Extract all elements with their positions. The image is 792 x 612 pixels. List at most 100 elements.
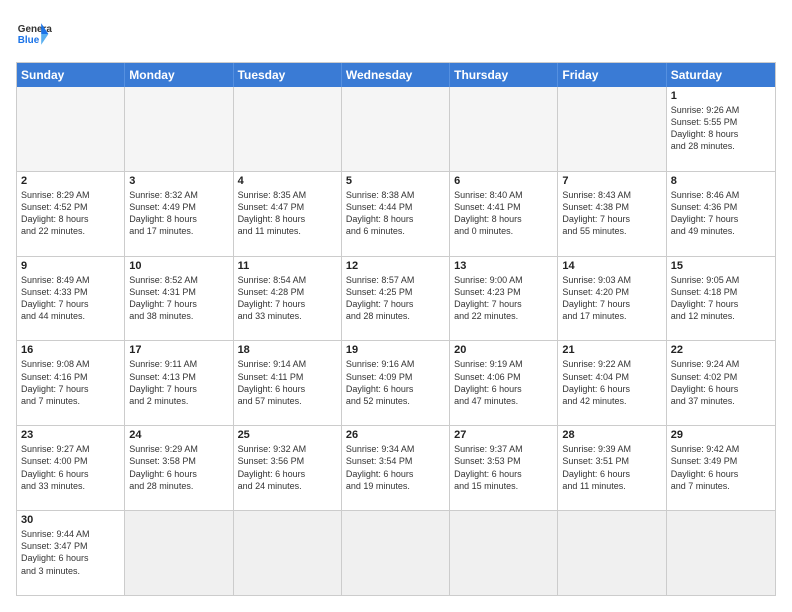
day-cell-21: 21Sunrise: 9:22 AM Sunset: 4:04 PM Dayli… xyxy=(558,341,666,425)
day-number: 2 xyxy=(21,175,120,187)
day-content: Sunrise: 9:11 AM Sunset: 4:13 PM Dayligh… xyxy=(129,358,228,407)
day-number: 20 xyxy=(454,344,553,356)
day-content: Sunrise: 9:19 AM Sunset: 4:06 PM Dayligh… xyxy=(454,358,553,407)
day-number: 13 xyxy=(454,260,553,272)
day-cell-27: 27Sunrise: 9:37 AM Sunset: 3:53 PM Dayli… xyxy=(450,426,558,510)
empty-cell xyxy=(125,511,233,595)
day-number: 30 xyxy=(21,514,120,526)
empty-cell xyxy=(342,87,450,171)
day-number: 5 xyxy=(346,175,445,187)
empty-cell xyxy=(667,511,775,595)
day-content: Sunrise: 9:03 AM Sunset: 4:20 PM Dayligh… xyxy=(562,274,661,323)
calendar-row-6: 30Sunrise: 9:44 AM Sunset: 3:47 PM Dayli… xyxy=(17,511,775,595)
day-content: Sunrise: 8:35 AM Sunset: 4:47 PM Dayligh… xyxy=(238,189,337,238)
day-content: Sunrise: 8:46 AM Sunset: 4:36 PM Dayligh… xyxy=(671,189,771,238)
day-number: 24 xyxy=(129,429,228,441)
weekday-header-friday: Friday xyxy=(558,63,666,87)
day-cell-24: 24 Sunrise: 9:29 AM Sunset: 3:58 PM Dayli… xyxy=(125,426,233,510)
day-content: Sunrise: 8:29 AM Sunset: 4:52 PM Dayligh… xyxy=(21,189,120,238)
day-number: 25 xyxy=(238,429,337,441)
weekday-header-saturday: Saturday xyxy=(667,63,775,87)
day-content: Sunrise: 9:42 AM Sunset: 3:49 PM Dayligh… xyxy=(671,443,771,492)
day-number: 8 xyxy=(671,175,771,187)
day-number: 23 xyxy=(21,429,120,441)
day-cell-14: 14 Sunrise: 9:03 AM Sunset: 4:20 PM Dayli… xyxy=(558,257,666,341)
calendar-row-3: 9 Sunrise: 8:49 AM Sunset: 4:33 PM Daylig… xyxy=(17,257,775,342)
svg-text:Blue: Blue xyxy=(18,35,40,46)
day-content: Sunrise: 8:40 AM Sunset: 4:41 PM Dayligh… xyxy=(454,189,553,238)
weekday-header-thursday: Thursday xyxy=(450,63,558,87)
day-cell-16: 16Sunrise: 9:08 AM Sunset: 4:16 PM Dayli… xyxy=(17,341,125,425)
day-number: 29 xyxy=(671,429,771,441)
day-cell-29: 29 Sunrise: 9:42 AM Sunset: 3:49 PM Dayli… xyxy=(667,426,775,510)
day-cell-20: 20 Sunrise: 9:19 AM Sunset: 4:06 PM Dayli… xyxy=(450,341,558,425)
day-cell-8: 8 Sunrise: 8:46 AM Sunset: 4:36 PM Daylig… xyxy=(667,172,775,256)
empty-cell xyxy=(125,87,233,171)
day-cell-26: 26 Sunrise: 9:34 AM Sunset: 3:54 PM Dayli… xyxy=(342,426,450,510)
day-cell-2: 2 Sunrise: 8:29 AM Sunset: 4:52 PM Daylig… xyxy=(17,172,125,256)
day-cell-11: 11 Sunrise: 8:54 AM Sunset: 4:28 PM Dayli… xyxy=(234,257,342,341)
day-cell-9: 9 Sunrise: 8:49 AM Sunset: 4:33 PM Daylig… xyxy=(17,257,125,341)
logo: General Blue xyxy=(16,16,52,52)
day-content: Sunrise: 9:32 AM Sunset: 3:56 PM Dayligh… xyxy=(238,443,337,492)
header: General Blue xyxy=(16,16,776,52)
day-number: 28 xyxy=(562,429,661,441)
day-content: Sunrise: 9:00 AM Sunset: 4:23 PM Dayligh… xyxy=(454,274,553,323)
day-cell-13: 13 Sunrise: 9:00 AM Sunset: 4:23 PM Dayli… xyxy=(450,257,558,341)
day-cell-6: 6 Sunrise: 8:40 AM Sunset: 4:41 PM Daylig… xyxy=(450,172,558,256)
day-number: 9 xyxy=(21,260,120,272)
day-cell-15: 15 Sunrise: 9:05 AM Sunset: 4:18 PM Dayli… xyxy=(667,257,775,341)
day-number: 1 xyxy=(671,90,771,102)
day-cell-4: 4 Sunrise: 8:35 AM Sunset: 4:47 PM Daylig… xyxy=(234,172,342,256)
day-cell-18: 18 Sunrise: 9:14 AM Sunset: 4:11 PM Dayli… xyxy=(234,341,342,425)
calendar-body: 1 Sunrise: 9:26 AM Sunset: 5:55 PM Daylig… xyxy=(17,87,775,595)
day-content: Sunrise: 9:34 AM Sunset: 3:54 PM Dayligh… xyxy=(346,443,445,492)
day-number: 6 xyxy=(454,175,553,187)
logo-icon: General Blue xyxy=(16,16,52,52)
day-content: Sunrise: 8:54 AM Sunset: 4:28 PM Dayligh… xyxy=(238,274,337,323)
weekday-header-sunday: Sunday xyxy=(17,63,125,87)
day-content: Sunrise: 9:29 AM Sunset: 3:58 PM Dayligh… xyxy=(129,443,228,492)
day-number: 15 xyxy=(671,260,771,272)
empty-cell xyxy=(558,87,666,171)
empty-cell xyxy=(234,511,342,595)
weekday-header-monday: Monday xyxy=(125,63,233,87)
weekday-header-tuesday: Tuesday xyxy=(234,63,342,87)
calendar-row-2: 2 Sunrise: 8:29 AM Sunset: 4:52 PM Daylig… xyxy=(17,172,775,257)
day-content: Sunrise: 8:57 AM Sunset: 4:25 PM Dayligh… xyxy=(346,274,445,323)
empty-cell xyxy=(234,87,342,171)
calendar-page: General Blue SundayMondayTuesdayWednesda… xyxy=(0,0,792,612)
day-content: Sunrise: 9:26 AM Sunset: 5:55 PM Dayligh… xyxy=(671,104,771,153)
day-content: Sunrise: 9:14 AM Sunset: 4:11 PM Dayligh… xyxy=(238,358,337,407)
empty-cell xyxy=(450,87,558,171)
day-number: 14 xyxy=(562,260,661,272)
day-number: 18 xyxy=(238,344,337,356)
day-number: 11 xyxy=(238,260,337,272)
day-cell-19: 19Sunrise: 9:16 AM Sunset: 4:09 PM Dayli… xyxy=(342,341,450,425)
day-cell-28: 28 Sunrise: 9:39 AM Sunset: 3:51 PM Dayli… xyxy=(558,426,666,510)
day-number: 22 xyxy=(671,344,771,356)
day-number: 4 xyxy=(238,175,337,187)
day-content: Sunrise: 9:05 AM Sunset: 4:18 PM Dayligh… xyxy=(671,274,771,323)
day-content: Sunrise: 9:27 AM Sunset: 4:00 PM Dayligh… xyxy=(21,443,120,492)
day-cell-12: 12Sunrise: 8:57 AM Sunset: 4:25 PM Dayli… xyxy=(342,257,450,341)
day-number: 17 xyxy=(129,344,228,356)
day-content: Sunrise: 9:24 AM Sunset: 4:02 PM Dayligh… xyxy=(671,358,771,407)
calendar-row-4: 16Sunrise: 9:08 AM Sunset: 4:16 PM Dayli… xyxy=(17,341,775,426)
day-content: Sunrise: 8:49 AM Sunset: 4:33 PM Dayligh… xyxy=(21,274,120,323)
day-cell-5: 5Sunrise: 8:38 AM Sunset: 4:44 PM Daylig… xyxy=(342,172,450,256)
day-content: Sunrise: 9:39 AM Sunset: 3:51 PM Dayligh… xyxy=(562,443,661,492)
day-cell-22: 22 Sunrise: 9:24 AM Sunset: 4:02 PM Dayli… xyxy=(667,341,775,425)
empty-cell xyxy=(17,87,125,171)
day-number: 10 xyxy=(129,260,228,272)
day-number: 21 xyxy=(562,344,661,356)
day-cell-3: 3Sunrise: 8:32 AM Sunset: 4:49 PM Daylig… xyxy=(125,172,233,256)
day-cell-23: 23 Sunrise: 9:27 AM Sunset: 4:00 PM Dayli… xyxy=(17,426,125,510)
calendar-row-1: 1 Sunrise: 9:26 AM Sunset: 5:55 PM Daylig… xyxy=(17,87,775,172)
day-number: 26 xyxy=(346,429,445,441)
day-content: Sunrise: 8:43 AM Sunset: 4:38 PM Dayligh… xyxy=(562,189,661,238)
day-content: Sunrise: 9:08 AM Sunset: 4:16 PM Dayligh… xyxy=(21,358,120,407)
calendar-header: SundayMondayTuesdayWednesdayThursdayFrid… xyxy=(17,63,775,87)
day-number: 19 xyxy=(346,344,445,356)
day-content: Sunrise: 9:37 AM Sunset: 3:53 PM Dayligh… xyxy=(454,443,553,492)
